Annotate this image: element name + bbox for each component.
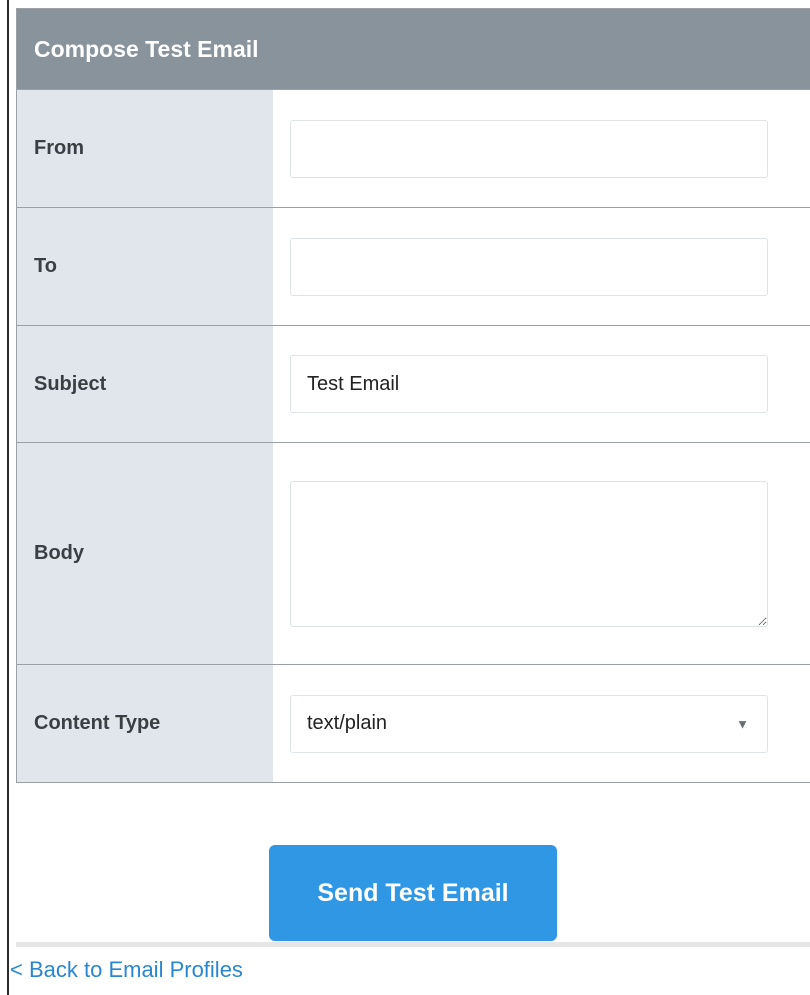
body-label: Body	[17, 443, 273, 664]
page: Compose Test Email From To Subject Body	[0, 0, 810, 995]
back-to-email-profiles-link[interactable]: < Back to Email Profiles	[10, 957, 243, 983]
from-field[interactable]	[290, 119, 768, 178]
subject-cell	[273, 326, 810, 442]
chevron-down-icon[interactable]: ▼	[736, 716, 749, 731]
left-border	[7, 0, 9, 995]
from-label: From	[17, 90, 273, 207]
body-cell	[273, 443, 810, 664]
content-type-label: Content Type	[17, 665, 273, 782]
body-textarea[interactable]	[290, 480, 768, 627]
content-type-select[interactable]: text/plain ▼	[290, 694, 768, 753]
body-row: Body	[17, 442, 810, 664]
compose-test-email-panel: Compose Test Email From To Subject Body	[16, 8, 810, 783]
divider	[16, 942, 810, 947]
content-type-row: Content Type text/plain ▼	[17, 664, 810, 782]
content-type-selected-value: text/plain	[307, 712, 388, 734]
panel-title: Compose Test Email	[17, 9, 810, 89]
from-row: From	[17, 89, 810, 207]
subject-row: Subject	[17, 325, 810, 442]
send-test-email-button[interactable]: Send Test Email	[269, 845, 557, 941]
to-cell	[273, 208, 810, 325]
content-type-cell: text/plain ▼	[273, 665, 810, 782]
from-cell	[273, 90, 810, 207]
to-field[interactable]	[290, 237, 768, 296]
to-row: To	[17, 207, 810, 325]
subject-field[interactable]	[290, 355, 768, 413]
to-label: To	[17, 208, 273, 325]
subject-label: Subject	[17, 326, 273, 442]
